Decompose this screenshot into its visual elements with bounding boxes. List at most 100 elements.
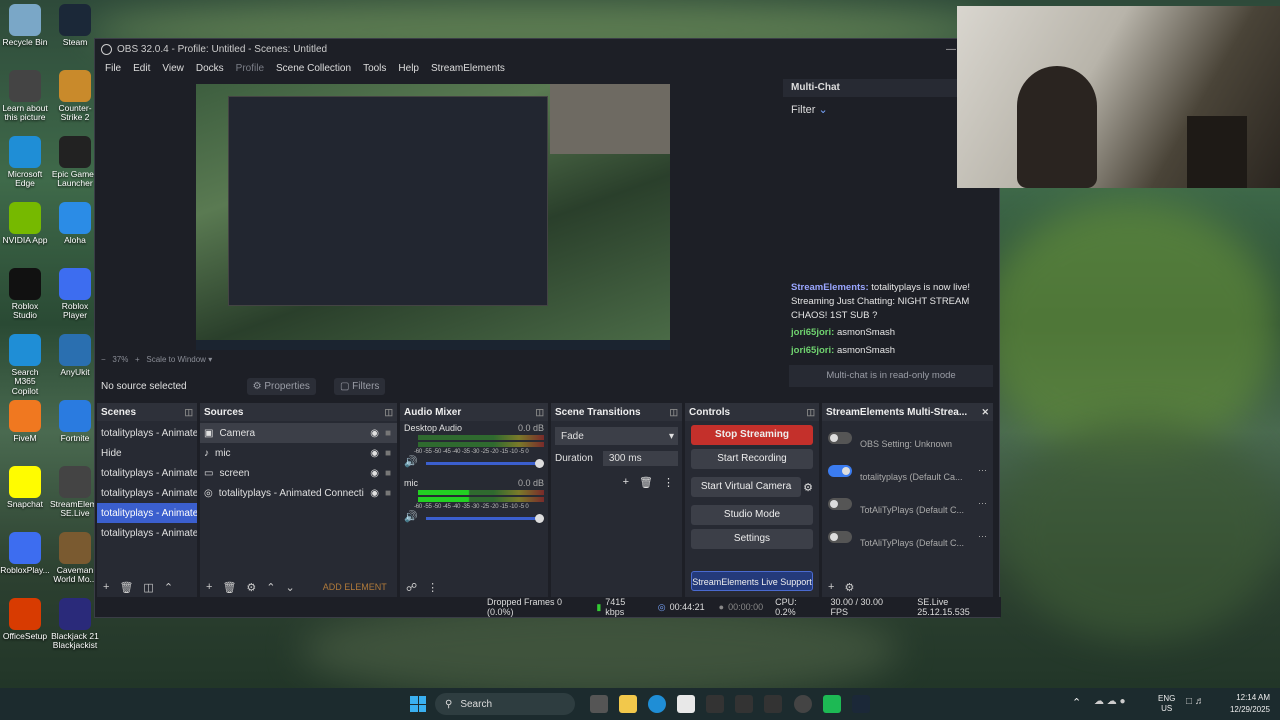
more-icon[interactable]: ⋯: [978, 465, 987, 476]
clock[interactable]: 12:14 AM 12/29/2025: [1230, 692, 1270, 716]
source-item[interactable]: ♪ mic ◉ ■: [200, 443, 397, 463]
source-item[interactable]: ◎ totalityplays - Animated Connectio ◉ ■: [200, 483, 397, 503]
network-volume-icons[interactable]: □ ♬: [1186, 696, 1205, 707]
app-a-icon[interactable]: [706, 695, 724, 713]
scene-item[interactable]: Hide: [97, 443, 197, 463]
scene-item[interactable]: totalityplays - Animated: [97, 483, 197, 503]
menu-profile[interactable]: Profile: [230, 63, 270, 74]
output-toggle[interactable]: [828, 431, 852, 444]
lock-icon[interactable]: ■: [385, 488, 391, 499]
chevron-up-icon[interactable]: ⌃: [1072, 696, 1081, 709]
filter-icon[interactable]: ◫: [143, 581, 153, 594]
menu-scene-collection[interactable]: Scene Collection: [270, 63, 357, 74]
desktop-icon[interactable]: NVIDIA App: [0, 202, 50, 245]
desktop-icon[interactable]: Search M365 Copilot: [0, 334, 50, 396]
scene-item[interactable]: totalityplays - Animated: [97, 523, 197, 543]
add-element-button[interactable]: ADD ELEMENT: [323, 582, 387, 592]
menu-docks[interactable]: Docks: [190, 63, 230, 74]
chat-user[interactable]: StreamElements:: [791, 282, 869, 293]
desktop-icon[interactable]: Roblox Player: [50, 268, 100, 321]
desktop-icon[interactable]: Caveman World Mo...: [50, 532, 100, 585]
desktop-icon[interactable]: Counter-Strike 2: [50, 70, 100, 123]
transition-select[interactable]: Fade ▾: [555, 427, 678, 445]
live-support-button[interactable]: StreamElements Live Support: [691, 571, 813, 591]
spotify-icon[interactable]: [823, 695, 841, 713]
eye-icon[interactable]: ◉: [370, 448, 379, 459]
undock-icon[interactable]: ◫: [535, 407, 544, 418]
desktop-icon[interactable]: FiveM: [0, 400, 50, 443]
output-toggle[interactable]: [828, 464, 852, 477]
link-icon[interactable]: ☍: [406, 581, 417, 594]
scene-item[interactable]: totalityplays - Animated: [97, 503, 197, 523]
scene-item[interactable]: totalityplays - Animated: [97, 463, 197, 483]
eye-icon[interactable]: ◉: [370, 488, 379, 499]
task-view-icon[interactable]: [590, 695, 608, 713]
zoom-in-icon[interactable]: +: [135, 355, 140, 364]
scale-mode[interactable]: Scale to Window: [146, 355, 206, 364]
chat-user[interactable]: jori65jori:: [791, 327, 834, 338]
trash-icon[interactable]: 🗑: [222, 581, 236, 594]
desktop-icon[interactable]: Aloha: [50, 202, 100, 245]
add-icon[interactable]: +: [103, 581, 109, 593]
tray-icons[interactable]: ☁ ☁ ●: [1094, 696, 1126, 707]
menu-edit[interactable]: Edit: [127, 63, 156, 74]
undock-icon[interactable]: ◫: [384, 407, 393, 418]
close-icon[interactable]: ✕: [981, 407, 989, 418]
eye-icon[interactable]: ◉: [370, 468, 379, 479]
stop-streaming-button[interactable]: Stop Streaming: [691, 425, 813, 445]
desktop-icon[interactable]: Blackjack 21 Blackjackist: [50, 598, 100, 651]
eye-icon[interactable]: ◉: [370, 428, 379, 439]
desktop-icon[interactable]: AnyUkit: [50, 334, 100, 377]
volume-slider[interactable]: [425, 514, 545, 523]
desktop-icon[interactable]: RobloxPlay...: [0, 532, 50, 575]
more-icon[interactable]: ⋯: [978, 531, 987, 542]
duration-input[interactable]: 300 ms: [602, 451, 678, 466]
desktop-icon[interactable]: Epic Games Launcher: [50, 136, 100, 189]
more-icon[interactable]: ⋮: [663, 476, 674, 489]
speaker-icon[interactable]: 🔊: [400, 510, 418, 523]
menu-help[interactable]: Help: [392, 63, 425, 74]
desktop-icon[interactable]: Roblox Studio: [0, 268, 50, 321]
desktop-icon[interactable]: Microsoft Edge: [0, 136, 50, 189]
trash-icon[interactable]: 🗑: [119, 581, 133, 594]
undock-icon[interactable]: ◫: [184, 407, 193, 418]
chevron-up-icon[interactable]: ⌃: [266, 581, 275, 594]
desktop-icon[interactable]: StreamElements SE.Live: [50, 466, 113, 519]
edge-icon[interactable]: [648, 695, 666, 713]
desktop-icon[interactable]: Fortnite: [50, 400, 100, 443]
chevron-up-icon[interactable]: ⌃: [164, 581, 173, 594]
start-virtual-camera-button[interactable]: Start Virtual Camera: [691, 477, 802, 497]
output-toggle[interactable]: [828, 530, 852, 543]
gear-icon[interactable]: ⚙: [246, 581, 256, 594]
properties-button[interactable]: ⚙ Properties: [246, 377, 316, 395]
menu-tools[interactable]: Tools: [357, 63, 392, 74]
undock-icon[interactable]: ◫: [669, 407, 678, 418]
volume-slider[interactable]: [425, 459, 545, 468]
lock-icon[interactable]: ■: [385, 428, 391, 439]
zoom-out-icon[interactable]: −: [101, 355, 106, 364]
lock-icon[interactable]: ■: [385, 468, 391, 479]
settings-button[interactable]: Settings: [691, 529, 813, 549]
source-item[interactable]: ▣ Camera ◉ ■: [200, 423, 397, 443]
studio-mode-button[interactable]: Studio Mode: [691, 505, 813, 525]
chevron-down-icon[interactable]: ▾: [208, 355, 212, 364]
windows-start-icon[interactable]: [410, 696, 426, 712]
taskbar-search[interactable]: ⚲ Search: [435, 693, 575, 715]
more-icon[interactable]: ⋮: [427, 581, 438, 594]
app-f-icon[interactable]: [735, 695, 753, 713]
chat-user[interactable]: jori65jori:: [791, 345, 834, 356]
app-y-icon[interactable]: [764, 695, 782, 713]
language-indicator[interactable]: ENG US: [1158, 694, 1175, 714]
desktop-icon[interactable]: Learn about this picture: [0, 70, 50, 123]
program-preview[interactable]: [196, 84, 670, 350]
menu-file[interactable]: File: [99, 63, 127, 74]
source-item[interactable]: ▭ screen ◉ ■: [200, 463, 397, 483]
more-icon[interactable]: ⋯: [978, 498, 987, 509]
filters-button[interactable]: ▢ Filters: [333, 377, 386, 395]
desktop-icon[interactable]: Recycle Bin: [0, 4, 50, 47]
scene-item[interactable]: totalityplays - Animated: [97, 423, 197, 443]
steam-taskbar-icon[interactable]: [852, 695, 870, 713]
start-recording-button[interactable]: Start Recording: [691, 449, 813, 469]
gear-icon[interactable]: ⚙: [803, 481, 813, 494]
undock-icon[interactable]: ◫: [806, 407, 815, 418]
